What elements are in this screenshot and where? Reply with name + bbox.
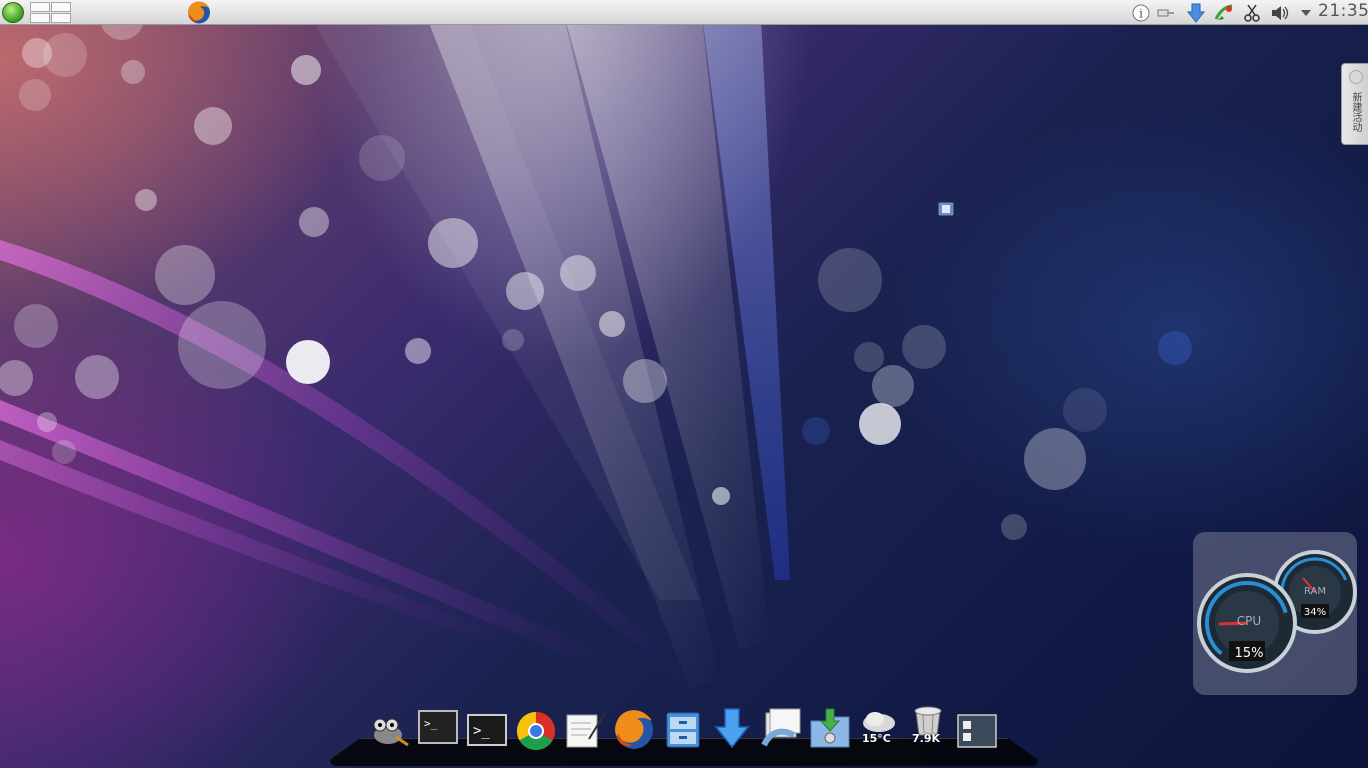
new-activity-tab[interactable]: 新建活动 [1341, 63, 1368, 145]
wallpaper [0, 0, 1192, 690]
ram-label: RAM [1304, 586, 1326, 597]
firefox-icon[interactable] [612, 705, 656, 751]
info-icon[interactable]: i [1131, 3, 1151, 22]
chrome-icon[interactable] [514, 705, 558, 751]
new-activity-label: 新建活动 [1350, 92, 1361, 132]
file-cabinet-icon[interactable] [661, 705, 705, 751]
network-icon[interactable] [1156, 3, 1176, 22]
terminal-2-icon[interactable]: >_ [465, 705, 509, 751]
dock: >_ >_ 15°C 7.9K [330, 700, 1040, 768]
svg-text:>_: >_ [473, 723, 490, 739]
cpu-value: 15% [1235, 646, 1264, 661]
download-arrow-icon[interactable] [710, 705, 754, 751]
tray-expand-arrow-icon[interactable] [1296, 3, 1316, 22]
text-editor-icon[interactable] [563, 705, 607, 751]
cpu-label: CPU [1237, 614, 1261, 628]
show-desktop-icon[interactable] [955, 705, 999, 751]
terminal-icon[interactable]: >_ [416, 705, 460, 751]
top-panel: i 21:35 [0, 0, 1368, 25]
activity-icon [1349, 70, 1363, 84]
svg-text:>_: >_ [424, 717, 438, 730]
clock[interactable]: 21:35 [1318, 1, 1368, 21]
update-manager-icon[interactable] [1214, 3, 1234, 22]
trash-icon[interactable]: 7.9K [906, 705, 950, 751]
svg-text:i: i [1139, 6, 1143, 20]
file-icon[interactable] [936, 199, 956, 219]
kde-menu-icon[interactable] [2, 2, 24, 23]
volume-icon[interactable] [1270, 3, 1290, 22]
gimp-icon[interactable] [366, 705, 410, 751]
firefox-icon[interactable] [186, 0, 212, 25]
system-monitor-widget[interactable]: RAM 34% CPU 15% [1193, 532, 1357, 695]
download-icon[interactable] [1186, 3, 1206, 23]
trash-size: 7.9K [912, 732, 941, 745]
ram-value: 34% [1304, 607, 1326, 618]
clipboard-scissors-icon[interactable] [1242, 3, 1262, 22]
virtual-desktop-pager-icon[interactable] [30, 2, 72, 23]
file-manager-icon[interactable] [760, 705, 804, 751]
weather-temp: 15°C [862, 732, 891, 745]
downloads-folder-icon[interactable] [808, 705, 852, 751]
weather-icon[interactable]: 15°C [857, 705, 901, 751]
